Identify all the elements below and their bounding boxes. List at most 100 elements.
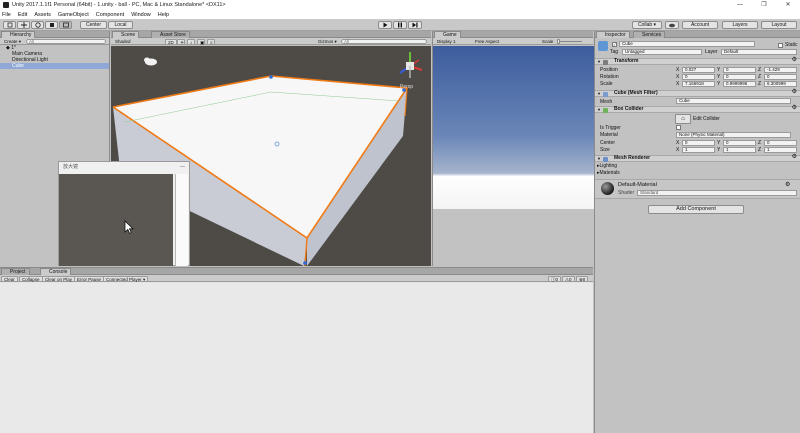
move-tool-button[interactable]	[17, 21, 30, 29]
position-z-field[interactable]: -1.429	[764, 67, 797, 73]
mesh-filter-section-header[interactable]: ▼ Cube (Mesh Filter) ⚙	[595, 89, 800, 97]
layer-dropdown[interactable]: Default	[721, 49, 797, 55]
collab-dropdown[interactable]: Collab ▾	[632, 21, 662, 29]
tag-dropdown[interactable]: Untagged	[622, 49, 702, 55]
tab-scene[interactable]: Scene	[112, 31, 140, 38]
position-y-field[interactable]: 0	[723, 67, 756, 73]
menu-component[interactable]: Component	[96, 12, 124, 18]
rotation-z-field[interactable]: 0	[764, 74, 797, 80]
menu-window[interactable]: Window	[131, 12, 151, 18]
gear-icon[interactable]: ⚙	[785, 181, 790, 188]
console-collapse-button[interactable]: Collapse	[19, 275, 43, 282]
console-clear-button[interactable]: Clear	[1, 275, 18, 282]
scene-search-input[interactable]: All	[341, 38, 427, 44]
gear-icon[interactable]: ⚙	[792, 105, 797, 111]
rotate-tool-button[interactable]	[31, 21, 44, 29]
display-dropdown[interactable]: Display 1	[435, 39, 458, 45]
menu-edit[interactable]: Edit	[18, 12, 27, 18]
scale-slider-handle[interactable]	[557, 39, 560, 44]
size-z-field[interactable]: 1	[764, 147, 797, 153]
edit-collider-button[interactable]: ⌂	[675, 114, 691, 124]
rotation-x-field[interactable]: 0	[682, 74, 715, 80]
space-toggle[interactable]: Local	[108, 21, 133, 29]
shading-mode-dropdown[interactable]: Shaded	[113, 39, 161, 45]
scale-tool-button[interactable]	[45, 21, 58, 29]
materials-foldout[interactable]: ▸Materials	[597, 170, 620, 176]
tab-hierarchy[interactable]: Hierarchy	[1, 31, 36, 38]
hand-tool-button[interactable]	[3, 21, 16, 29]
close-button[interactable]: ✕	[776, 0, 800, 10]
tab-inspector[interactable]: Inspector	[596, 31, 630, 38]
object-name-field[interactable]: Cube	[619, 41, 755, 47]
center-y-field[interactable]: 0	[723, 140, 756, 146]
orientation-gizmo-icon[interactable]	[395, 50, 425, 84]
layers-dropdown[interactable]: Layers	[722, 21, 758, 29]
account-dropdown[interactable]: Account	[682, 21, 718, 29]
gear-icon[interactable]: ⚙	[792, 154, 797, 160]
persp-label[interactable]: Persp	[400, 84, 413, 90]
scale-y-field[interactable]: 0.9999996	[723, 81, 756, 87]
rect-tool-button[interactable]	[59, 21, 72, 29]
tab-game[interactable]: Game	[434, 31, 461, 38]
layout-dropdown[interactable]: Layout	[761, 21, 797, 29]
connected-player-dropdown[interactable]: Connected Player ▾	[103, 275, 149, 282]
game-viewport[interactable]	[433, 46, 594, 209]
minimize-button[interactable]: —	[728, 0, 752, 10]
hierarchy-item-cube[interactable]: Cube	[0, 63, 109, 69]
scale-z-field[interactable]: 6.300999	[764, 81, 797, 87]
hierarchy-search-input[interactable]: All	[26, 38, 106, 44]
tab-services[interactable]: Services	[633, 31, 666, 38]
play-button[interactable]	[378, 21, 392, 29]
physic-material-field[interactable]: None (Physic Material)	[676, 132, 791, 138]
maximize-button[interactable]: ❐	[752, 0, 776, 10]
audio-toggle[interactable]: ♪	[187, 38, 195, 45]
scene-visibility-toggle[interactable]: ≡	[207, 38, 215, 45]
warning-filter-toggle[interactable]: ⚠0	[562, 275, 575, 282]
console-clear-on-play-button[interactable]: Clear on Play	[42, 275, 76, 282]
console-log-list[interactable]	[0, 283, 593, 433]
menu-file[interactable]: File	[2, 12, 11, 18]
object-active-checkbox[interactable]: ✓	[612, 42, 617, 47]
gear-icon[interactable]: ⚙	[792, 57, 797, 63]
pivot-toggle[interactable]: Center	[80, 21, 107, 29]
size-y-field[interactable]: 1	[723, 147, 756, 153]
cloud-button[interactable]	[665, 21, 679, 29]
error-filter-toggle[interactable]: ⊗0	[576, 275, 589, 282]
gear-icon[interactable]: ⚙	[792, 89, 797, 95]
center-z-field[interactable]: 0	[764, 140, 797, 146]
box-collider-section-header[interactable]: ▼ Box Collider ⚙	[595, 105, 800, 113]
tab-project[interactable]: Project	[1, 268, 30, 275]
effects-toggle[interactable]: ▣	[197, 38, 205, 45]
lighting-foldout[interactable]: ▸Lighting	[597, 163, 617, 169]
rotation-y-field[interactable]: 0	[723, 74, 756, 80]
menu-help[interactable]: Help	[158, 12, 169, 18]
add-component-button[interactable]: Add Component	[648, 205, 744, 214]
tab-asset-store[interactable]: Asset Store	[151, 31, 190, 38]
transform-section-header[interactable]: ▼ Transform ⚙	[595, 57, 800, 65]
magnifier-window[interactable]: 放大镜 —	[58, 161, 190, 266]
log-filter-toggle[interactable]: ⓘ0	[548, 275, 562, 282]
pause-button[interactable]	[393, 21, 407, 29]
size-x-field[interactable]: 1	[682, 147, 715, 153]
mesh-object-field[interactable]: Cube	[676, 98, 791, 104]
shader-dropdown[interactable]: Standard	[637, 190, 797, 196]
tab-console[interactable]: Console	[40, 268, 72, 275]
aspect-dropdown[interactable]: Free Aspect	[473, 39, 501, 45]
menu-gameobject[interactable]: GameObject	[58, 12, 89, 18]
mesh-renderer-section-header[interactable]: ▼ Mesh Renderer ⚙	[595, 154, 800, 162]
center-x-field[interactable]: 0	[682, 140, 715, 146]
lighting-toggle[interactable]: ☀	[177, 38, 185, 45]
gizmos-dropdown[interactable]: Gizmos ▾	[316, 39, 339, 45]
static-checkbox[interactable]	[778, 43, 783, 48]
create-dropdown[interactable]: Create ▾	[2, 39, 23, 45]
toggle-2d-button[interactable]: 2D	[165, 38, 177, 45]
position-x-field[interactable]: 0.027	[682, 67, 715, 73]
magnifier-close-button[interactable]: —	[180, 162, 185, 172]
cloud-light-gizmo-icon[interactable]	[143, 53, 157, 63]
console-error-pause-button[interactable]: Error Pause	[74, 275, 105, 282]
menu-assets[interactable]: Assets	[34, 12, 51, 18]
step-button[interactable]	[408, 21, 422, 29]
is-trigger-checkbox[interactable]	[676, 125, 681, 130]
scale-x-field[interactable]: 7.166918	[682, 81, 715, 87]
scale-slider[interactable]	[557, 41, 582, 42]
